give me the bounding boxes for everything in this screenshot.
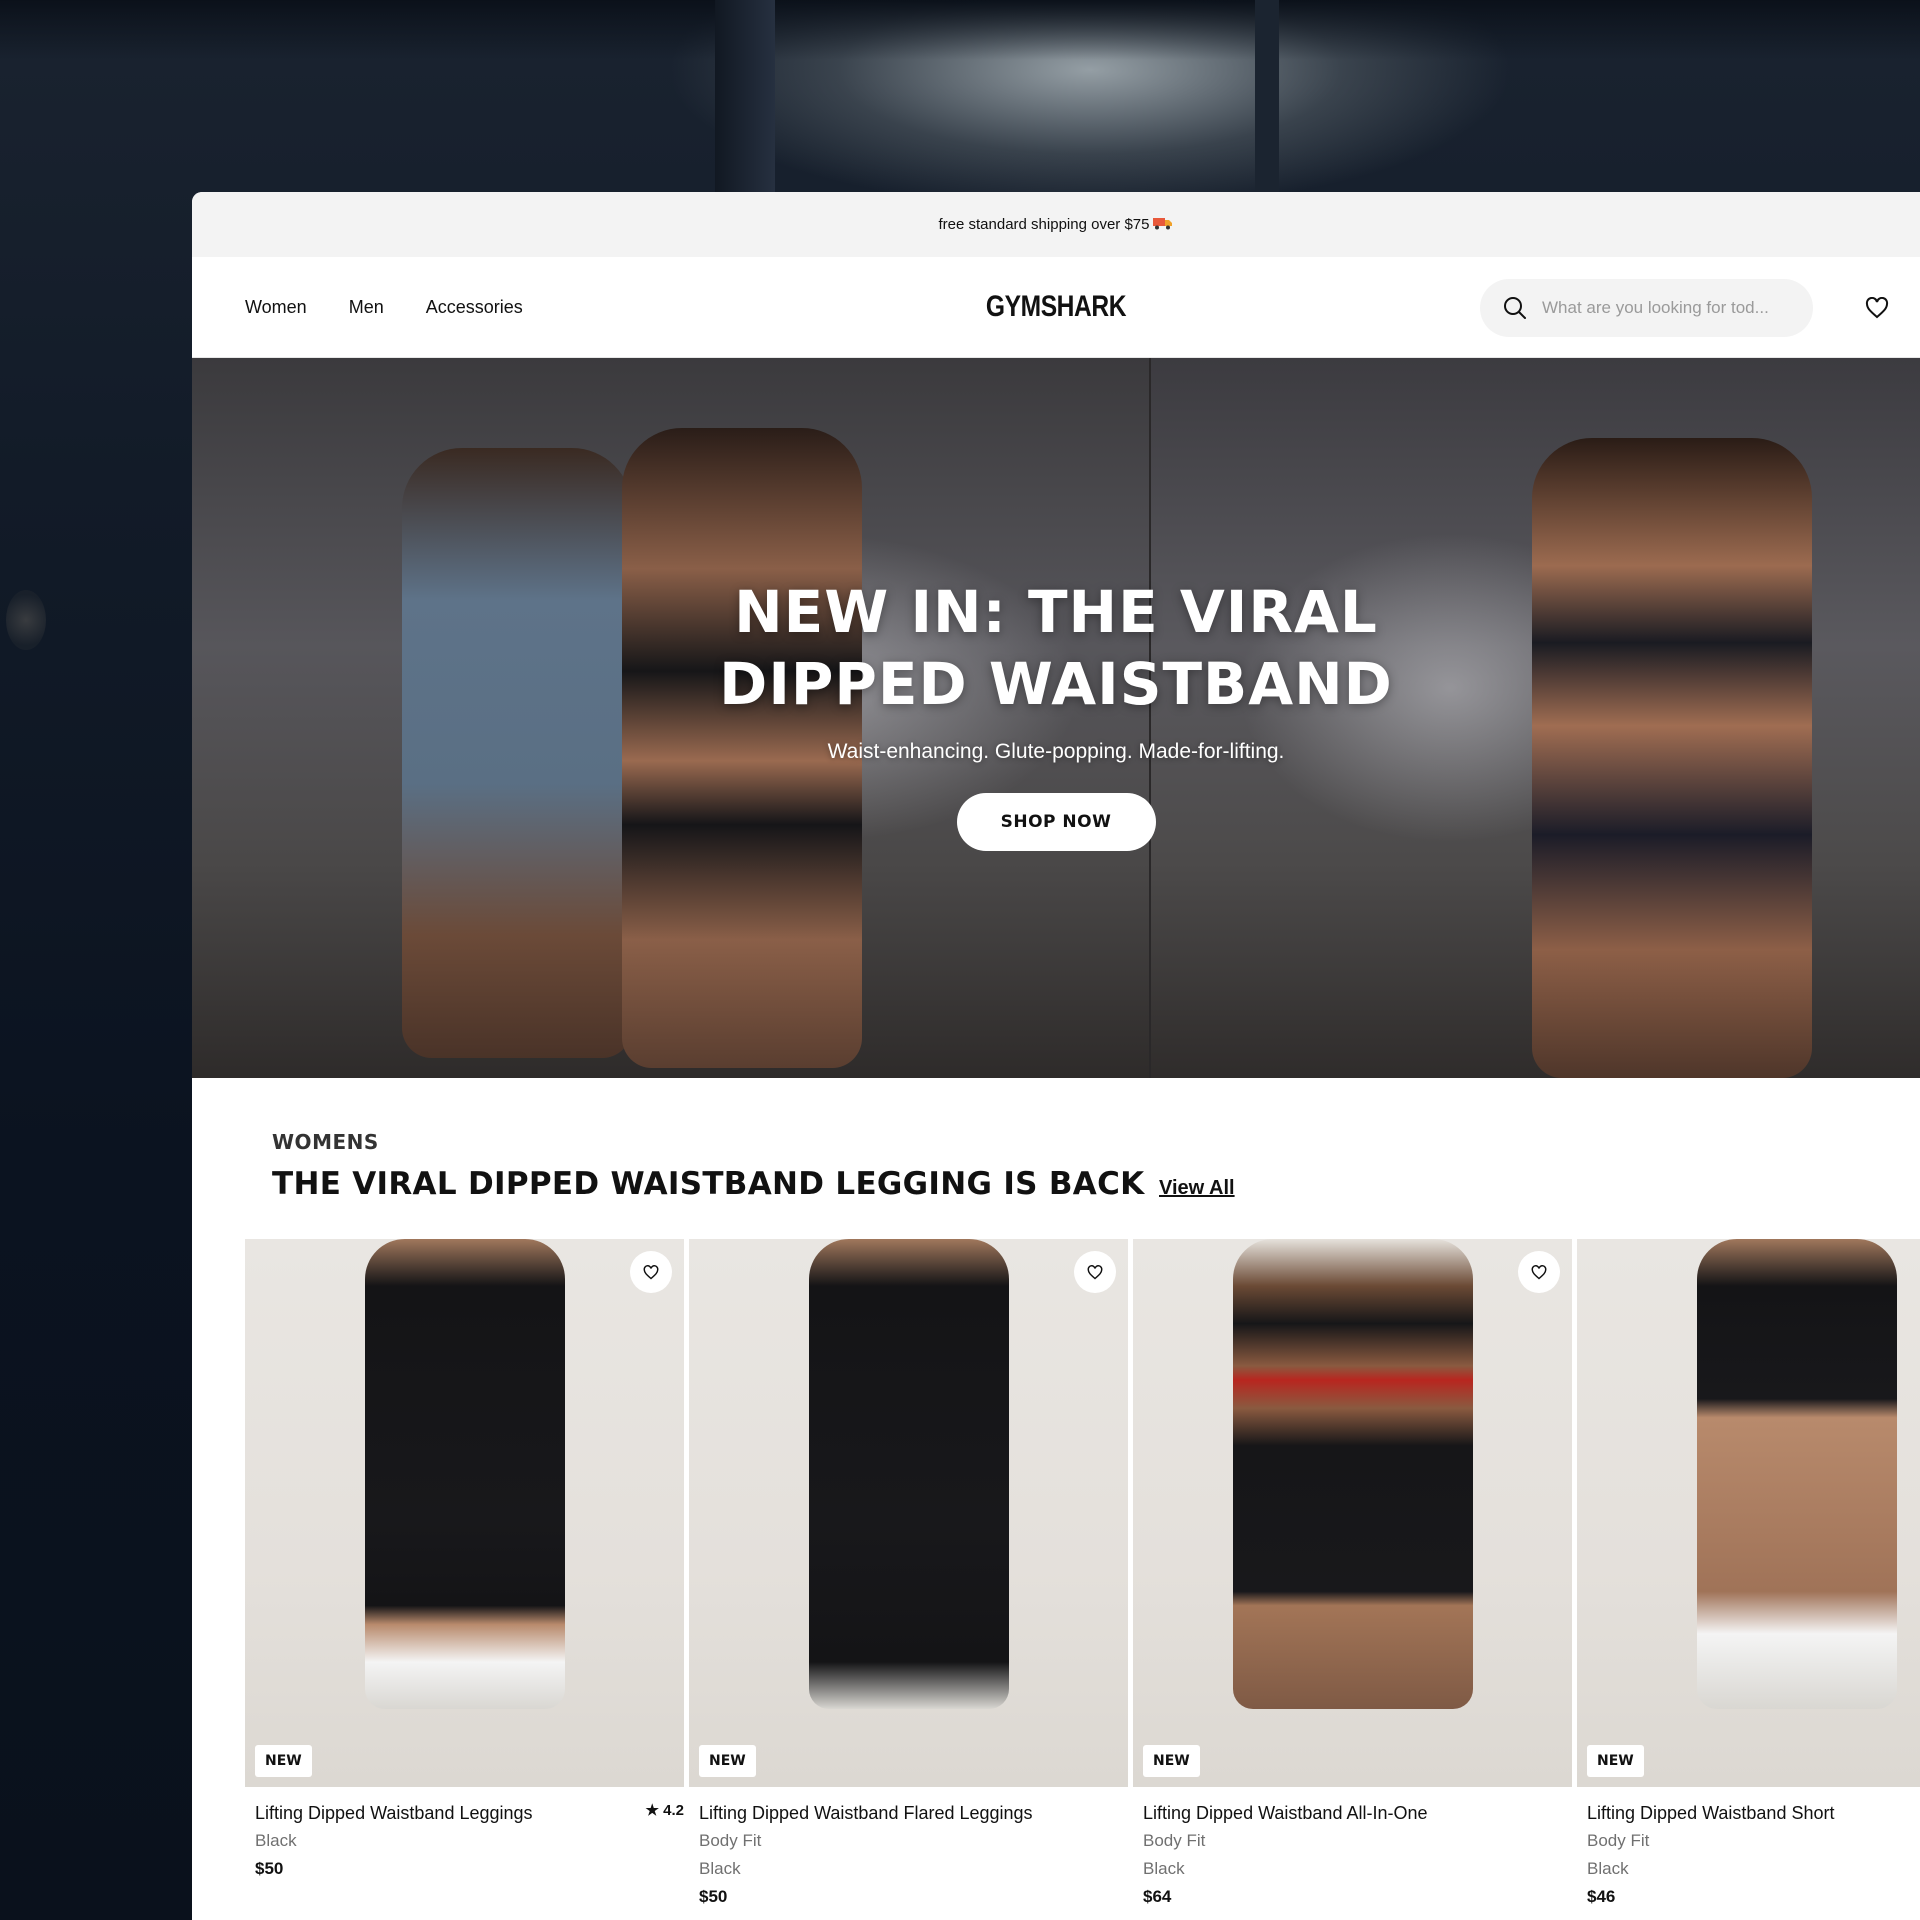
product-color: Black	[699, 1859, 741, 1878]
background-pillar	[1255, 0, 1279, 192]
search-icon	[1502, 295, 1528, 321]
logo-text: GYMSHARK	[985, 290, 1127, 323]
product-fit: Body Fit	[1143, 1831, 1206, 1850]
section-title: THE VIRAL DIPPED WAISTBAND LEGGING IS BA…	[272, 1166, 1145, 1202]
background-arch	[0, 0, 1920, 60]
heart-icon	[1087, 1264, 1103, 1279]
product-image: NEW	[689, 1239, 1128, 1787]
product-carousel: NEW ★ 4.2 Lifting Dipped Waistband Leggi…	[192, 1239, 1920, 1920]
heart-icon	[1865, 297, 1889, 319]
product-fit: Body Fit	[699, 1831, 762, 1850]
section-eyebrow: WOMENS	[272, 1130, 379, 1154]
new-badge: NEW	[699, 1745, 756, 1777]
hero-subtitle: Waist-enhancing. Glute-popping. Made-for…	[827, 740, 1285, 763]
hero-title-line2: DIPPED WAISTBAND	[719, 650, 1393, 718]
hero-content: NEW IN: THE VIRAL DIPPED WAISTBAND Waist…	[192, 358, 1920, 1078]
hero-banner: NEW IN: THE VIRAL DIPPED WAISTBAND Waist…	[192, 358, 1920, 1078]
product-photo	[1697, 1239, 1897, 1709]
product-price: $64	[1143, 1887, 1172, 1906]
nav-accessories[interactable]: Accessories	[426, 297, 523, 318]
product-image: NEW	[1133, 1239, 1572, 1787]
nav-men[interactable]: Men	[349, 297, 384, 318]
main-nav: Women Men Accessories	[245, 297, 523, 318]
product-info: Lifting Dipped Waistband Short Body Fit …	[1577, 1787, 1920, 1911]
search-input[interactable]	[1542, 298, 1802, 318]
nav-women[interactable]: Women	[245, 297, 307, 318]
product-price: $50	[255, 1859, 284, 1878]
product-photo	[809, 1239, 1009, 1709]
product-card[interactable]: NEW Lifting Dipped Waistband Flared Legg…	[689, 1239, 1128, 1911]
new-badge: NEW	[1143, 1745, 1200, 1777]
product-card[interactable]: NEW Lifting Dipped Waistband Short Body …	[1577, 1239, 1920, 1911]
heart-icon	[1531, 1264, 1547, 1279]
product-name: Lifting Dipped Waistband Short	[1587, 1803, 1835, 1823]
store-page: free standard shipping over $75 Women Me…	[192, 192, 1920, 1920]
site-logo[interactable]: GYMSHARK	[970, 290, 1141, 324]
add-to-wishlist-button[interactable]	[630, 1251, 672, 1293]
new-badge: NEW	[1587, 1745, 1644, 1777]
product-price: $50	[699, 1887, 728, 1906]
product-section-header: WOMENS THE VIRAL DIPPED WAISTBAND LEGGIN…	[192, 1078, 1920, 1239]
promo-text: free standard shipping over $75	[938, 216, 1150, 233]
product-color: Black	[1143, 1859, 1185, 1878]
product-name: Lifting Dipped Waistband All-In-One	[1143, 1803, 1428, 1823]
product-name: Lifting Dipped Waistband Leggings	[255, 1803, 533, 1823]
product-info: ★ 4.2 Lifting Dipped Waistband Leggings …	[245, 1787, 684, 1883]
product-card[interactable]: NEW ★ 4.2 Lifting Dipped Waistband Leggi…	[245, 1239, 684, 1883]
search-bar[interactable]	[1480, 279, 1813, 337]
site-header: Women Men Accessories GYMSHARK	[192, 257, 1920, 358]
product-fit: Body Fit	[1587, 1831, 1650, 1850]
add-to-wishlist-button[interactable]	[1074, 1251, 1116, 1293]
product-color: Black	[1587, 1859, 1629, 1878]
product-info: Lifting Dipped Waistband Flared Leggings…	[689, 1787, 1128, 1911]
product-color: Black	[255, 1831, 297, 1850]
product-name: Lifting Dipped Waistband Flared Leggings	[699, 1803, 1033, 1823]
add-to-wishlist-button[interactable]	[1518, 1251, 1560, 1293]
shop-now-button[interactable]: SHOP NOW	[956, 793, 1156, 851]
background-pillar	[715, 0, 775, 192]
hero-title: NEW IN: THE VIRAL DIPPED WAISTBAND	[719, 576, 1393, 720]
hero-title-line1: NEW IN: THE VIRAL	[734, 578, 1378, 646]
background-ring	[6, 590, 46, 650]
view-all-link[interactable]: View All	[1159, 1177, 1235, 1200]
product-info: Lifting Dipped Waistband All-In-One Body…	[1133, 1787, 1572, 1911]
product-card[interactable]: NEW Lifting Dipped Waistband All-In-One …	[1133, 1239, 1572, 1911]
product-photo	[365, 1239, 565, 1709]
truck-icon	[1153, 216, 1173, 233]
product-image: NEW	[1577, 1239, 1920, 1787]
new-badge: NEW	[255, 1745, 312, 1777]
heart-icon	[643, 1264, 659, 1279]
product-image: NEW	[245, 1239, 684, 1787]
wishlist-button[interactable]	[1862, 293, 1892, 323]
product-rating: ★ 4.2	[645, 1802, 684, 1819]
product-photo	[1233, 1239, 1473, 1709]
promo-bar: free standard shipping over $75	[192, 192, 1920, 257]
product-price: $46	[1587, 1887, 1616, 1906]
